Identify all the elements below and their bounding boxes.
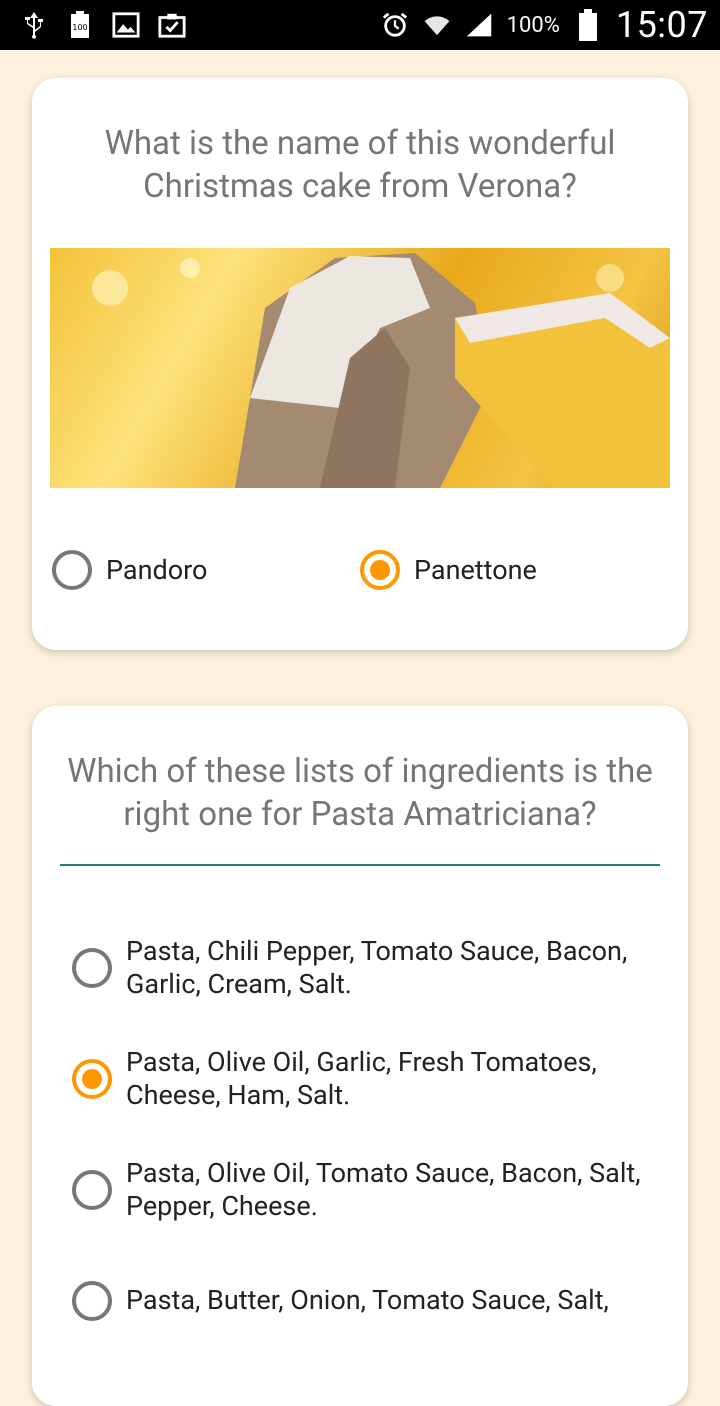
pandoro-cake-image bbox=[50, 248, 670, 488]
clock: 15:07 bbox=[615, 4, 708, 46]
radio-button[interactable] bbox=[72, 1169, 112, 1210]
radio-button[interactable] bbox=[52, 550, 92, 590]
option-label: Panettone bbox=[414, 554, 537, 586]
option-3[interactable]: Pasta, Olive Oil, Tomato Sauce, Bacon, S… bbox=[72, 1134, 658, 1245]
question-card-1: What is the name of this wonderful Chris… bbox=[32, 78, 688, 650]
option-panettone[interactable]: Panettone bbox=[360, 550, 668, 590]
clipboard-check-icon bbox=[158, 10, 186, 40]
option-label: Pasta, Olive Oil, Garlic, Fresh Tomatoes… bbox=[126, 1045, 597, 1111]
alarm-icon bbox=[381, 10, 409, 40]
battery-percent: 100% bbox=[506, 12, 560, 38]
question-card-2: Which of these lists of ingredients is t… bbox=[32, 706, 688, 1406]
option-label: Pandoro bbox=[106, 554, 208, 586]
status-bar: 100 100% 15:07 bbox=[0, 0, 720, 50]
option-4[interactable]: Pasta, Butter, Onion, Tomato Sauce, Salt… bbox=[72, 1245, 658, 1356]
radio-button-checked[interactable] bbox=[72, 1058, 112, 1099]
svg-text:100: 100 bbox=[72, 23, 87, 32]
image-icon bbox=[112, 10, 140, 40]
usb-icon bbox=[20, 10, 48, 40]
battery-full-icon: 100 bbox=[66, 10, 94, 40]
question-title: Which of these lists of ingredients is t… bbox=[67, 752, 653, 834]
answer-options: Pandoro Panettone bbox=[52, 550, 668, 590]
option-label: Pasta, Chili Pepper, Tomato Sauce, Bacon… bbox=[126, 934, 628, 1000]
title-divider bbox=[60, 864, 660, 866]
question-title: What is the name of this wonderful Chris… bbox=[104, 124, 616, 206]
option-pandoro[interactable]: Pandoro bbox=[52, 550, 360, 590]
radio-button-checked[interactable] bbox=[360, 550, 400, 590]
answer-options: Pasta, Chili Pepper, Tomato Sauce, Bacon… bbox=[72, 912, 658, 1356]
option-label: Pasta, Olive Oil, Tomato Sauce, Bacon, S… bbox=[126, 1156, 641, 1222]
option-2[interactable]: Pasta, Olive Oil, Garlic, Fresh Tomatoes… bbox=[72, 1023, 658, 1134]
wifi-icon bbox=[423, 10, 451, 40]
signal-icon bbox=[465, 10, 493, 40]
radio-button[interactable] bbox=[72, 947, 112, 988]
battery-icon bbox=[574, 9, 602, 41]
option-label: Pasta, Butter, Onion, Tomato Sauce, Salt… bbox=[126, 1284, 609, 1316]
option-1[interactable]: Pasta, Chili Pepper, Tomato Sauce, Bacon… bbox=[72, 912, 658, 1023]
radio-button[interactable] bbox=[72, 1280, 112, 1321]
